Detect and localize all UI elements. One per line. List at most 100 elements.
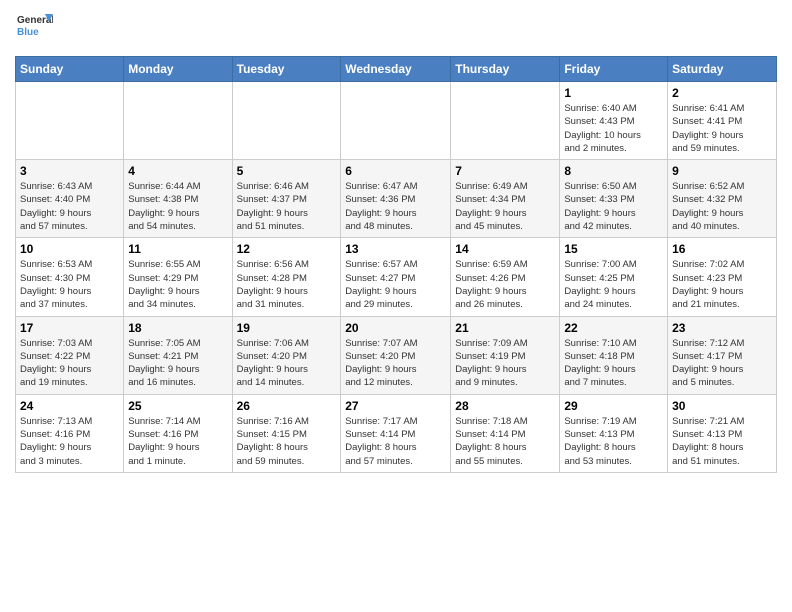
day-info: Sunrise: 7:16 AM Sunset: 4:15 PM Dayligh… (237, 415, 337, 468)
logo-svg: General Blue (15, 10, 53, 48)
day-info: Sunrise: 6:57 AM Sunset: 4:27 PM Dayligh… (345, 258, 446, 311)
calendar-cell: 9 Sunrise: 6:52 AM Sunset: 4:32 PM Daylig… (668, 160, 777, 238)
day-info: Sunrise: 7:18 AM Sunset: 4:14 PM Dayligh… (455, 415, 555, 468)
calendar-cell: 25 Sunrise: 7:14 AM Sunset: 4:16 PM Dayli… (124, 394, 232, 472)
calendar-cell: 23Sunrise: 7:12 AM Sunset: 4:17 PM Dayli… (668, 316, 777, 394)
day-info: Sunrise: 7:09 AM Sunset: 4:19 PM Dayligh… (455, 337, 555, 390)
day-info: Sunrise: 6:41 AM Sunset: 4:41 PM Dayligh… (672, 102, 772, 155)
header-friday: Friday (560, 57, 668, 82)
calendar-cell (16, 82, 124, 160)
day-number: 7 (455, 164, 555, 178)
calendar-cell: 3 Sunrise: 6:43 AM Sunset: 4:40 PM Daylig… (16, 160, 124, 238)
calendar-cell: 28 Sunrise: 7:18 AM Sunset: 4:14 PM Dayli… (451, 394, 560, 472)
calendar-cell (341, 82, 451, 160)
day-info: Sunrise: 7:17 AM Sunset: 4:14 PM Dayligh… (345, 415, 446, 468)
day-info: Sunrise: 7:21 AM Sunset: 4:13 PM Dayligh… (672, 415, 772, 468)
calendar-cell: 1 Sunrise: 6:40 AM Sunset: 4:43 PM Daylig… (560, 82, 668, 160)
day-info: Sunrise: 7:19 AM Sunset: 4:13 PM Dayligh… (564, 415, 663, 468)
day-number: 30 (672, 399, 772, 413)
day-info: Sunrise: 6:47 AM Sunset: 4:36 PM Dayligh… (345, 180, 446, 233)
day-number: 4 (128, 164, 227, 178)
day-number: 1 (564, 86, 663, 100)
header-tuesday: Tuesday (232, 57, 341, 82)
day-info: Sunrise: 7:07 AM Sunset: 4:20 PM Dayligh… (345, 337, 446, 390)
calendar-cell: 6 Sunrise: 6:47 AM Sunset: 4:36 PM Daylig… (341, 160, 451, 238)
day-info: Sunrise: 7:12 AM Sunset: 4:17 PM Dayligh… (672, 337, 772, 390)
day-number: 27 (345, 399, 446, 413)
calendar-cell: 30 Sunrise: 7:21 AM Sunset: 4:13 PM Dayli… (668, 394, 777, 472)
day-number: 5 (237, 164, 337, 178)
day-number: 12 (237, 242, 337, 256)
calendar-cell: 15Sunrise: 7:00 AM Sunset: 4:25 PM Dayli… (560, 238, 668, 316)
day-info: Sunrise: 6:52 AM Sunset: 4:32 PM Dayligh… (672, 180, 772, 233)
week-row-2: 3 Sunrise: 6:43 AM Sunset: 4:40 PM Daylig… (16, 160, 777, 238)
calendar-cell: 5 Sunrise: 6:46 AM Sunset: 4:37 PM Daylig… (232, 160, 341, 238)
calendar-cell: 13 Sunrise: 6:57 AM Sunset: 4:27 PM Dayli… (341, 238, 451, 316)
day-info: Sunrise: 7:10 AM Sunset: 4:18 PM Dayligh… (564, 337, 663, 390)
day-number: 3 (20, 164, 119, 178)
day-number: 26 (237, 399, 337, 413)
calendar-cell: 7 Sunrise: 6:49 AM Sunset: 4:34 PM Daylig… (451, 160, 560, 238)
day-number: 25 (128, 399, 227, 413)
calendar-cell: 24 Sunrise: 7:13 AM Sunset: 4:16 PM Dayli… (16, 394, 124, 472)
day-number: 28 (455, 399, 555, 413)
day-info: Sunrise: 7:13 AM Sunset: 4:16 PM Dayligh… (20, 415, 119, 468)
day-number: 6 (345, 164, 446, 178)
calendar-cell: 19Sunrise: 7:06 AM Sunset: 4:20 PM Dayli… (232, 316, 341, 394)
day-number: 29 (564, 399, 663, 413)
day-number: 17 (20, 321, 119, 335)
calendar-cell: 16 Sunrise: 7:02 AM Sunset: 4:23 PM Dayli… (668, 238, 777, 316)
calendar-cell: 27 Sunrise: 7:17 AM Sunset: 4:14 PM Dayli… (341, 394, 451, 472)
day-number: 19 (237, 321, 337, 335)
day-info: Sunrise: 6:44 AM Sunset: 4:38 PM Dayligh… (128, 180, 227, 233)
day-info: Sunrise: 6:55 AM Sunset: 4:29 PM Dayligh… (128, 258, 227, 311)
header-saturday: Saturday (668, 57, 777, 82)
day-info: Sunrise: 6:49 AM Sunset: 4:34 PM Dayligh… (455, 180, 555, 233)
day-info: Sunrise: 6:43 AM Sunset: 4:40 PM Dayligh… (20, 180, 119, 233)
day-number: 10 (20, 242, 119, 256)
main-container: General Blue SundayMondayTuesdayWednesda… (0, 0, 792, 483)
day-number: 9 (672, 164, 772, 178)
day-info: Sunrise: 7:05 AM Sunset: 4:21 PM Dayligh… (128, 337, 227, 390)
day-info: Sunrise: 7:03 AM Sunset: 4:22 PM Dayligh… (20, 337, 119, 390)
header-sunday: Sunday (16, 57, 124, 82)
calendar-cell: 2 Sunrise: 6:41 AM Sunset: 4:41 PM Daylig… (668, 82, 777, 160)
day-number: 13 (345, 242, 446, 256)
week-row-5: 24 Sunrise: 7:13 AM Sunset: 4:16 PM Dayli… (16, 394, 777, 472)
calendar-cell: 12 Sunrise: 6:56 AM Sunset: 4:28 PM Dayli… (232, 238, 341, 316)
calendar-header-row: SundayMondayTuesdayWednesdayThursdayFrid… (16, 57, 777, 82)
logo: General Blue (15, 10, 53, 48)
day-number: 18 (128, 321, 227, 335)
calendar-cell: 22 Sunrise: 7:10 AM Sunset: 4:18 PM Dayli… (560, 316, 668, 394)
day-info: Sunrise: 6:56 AM Sunset: 4:28 PM Dayligh… (237, 258, 337, 311)
day-number: 24 (20, 399, 119, 413)
calendar-cell: 18 Sunrise: 7:05 AM Sunset: 4:21 PM Dayli… (124, 316, 232, 394)
day-info: Sunrise: 7:00 AM Sunset: 4:25 PM Dayligh… (564, 258, 663, 311)
day-number: 20 (345, 321, 446, 335)
calendar-cell: 11Sunrise: 6:55 AM Sunset: 4:29 PM Dayli… (124, 238, 232, 316)
day-info: Sunrise: 6:46 AM Sunset: 4:37 PM Dayligh… (237, 180, 337, 233)
calendar-cell: 17 Sunrise: 7:03 AM Sunset: 4:22 PM Dayli… (16, 316, 124, 394)
calendar-table: SundayMondayTuesdayWednesdayThursdayFrid… (15, 56, 777, 473)
week-row-3: 10Sunrise: 6:53 AM Sunset: 4:30 PM Dayli… (16, 238, 777, 316)
day-number: 16 (672, 242, 772, 256)
header-thursday: Thursday (451, 57, 560, 82)
calendar-cell: 21Sunrise: 7:09 AM Sunset: 4:19 PM Dayli… (451, 316, 560, 394)
week-row-1: 1 Sunrise: 6:40 AM Sunset: 4:43 PM Daylig… (16, 82, 777, 160)
calendar-cell (451, 82, 560, 160)
header: General Blue (15, 10, 777, 48)
calendar-cell: 14 Sunrise: 6:59 AM Sunset: 4:26 PM Dayli… (451, 238, 560, 316)
calendar-cell (232, 82, 341, 160)
day-info: Sunrise: 6:40 AM Sunset: 4:43 PM Dayligh… (564, 102, 663, 155)
day-info: Sunrise: 7:02 AM Sunset: 4:23 PM Dayligh… (672, 258, 772, 311)
day-number: 14 (455, 242, 555, 256)
day-info: Sunrise: 7:14 AM Sunset: 4:16 PM Dayligh… (128, 415, 227, 468)
day-number: 2 (672, 86, 772, 100)
header-wednesday: Wednesday (341, 57, 451, 82)
header-monday: Monday (124, 57, 232, 82)
day-number: 8 (564, 164, 663, 178)
day-number: 22 (564, 321, 663, 335)
week-row-4: 17 Sunrise: 7:03 AM Sunset: 4:22 PM Dayli… (16, 316, 777, 394)
calendar-cell: 26 Sunrise: 7:16 AM Sunset: 4:15 PM Dayli… (232, 394, 341, 472)
day-info: Sunrise: 6:59 AM Sunset: 4:26 PM Dayligh… (455, 258, 555, 311)
